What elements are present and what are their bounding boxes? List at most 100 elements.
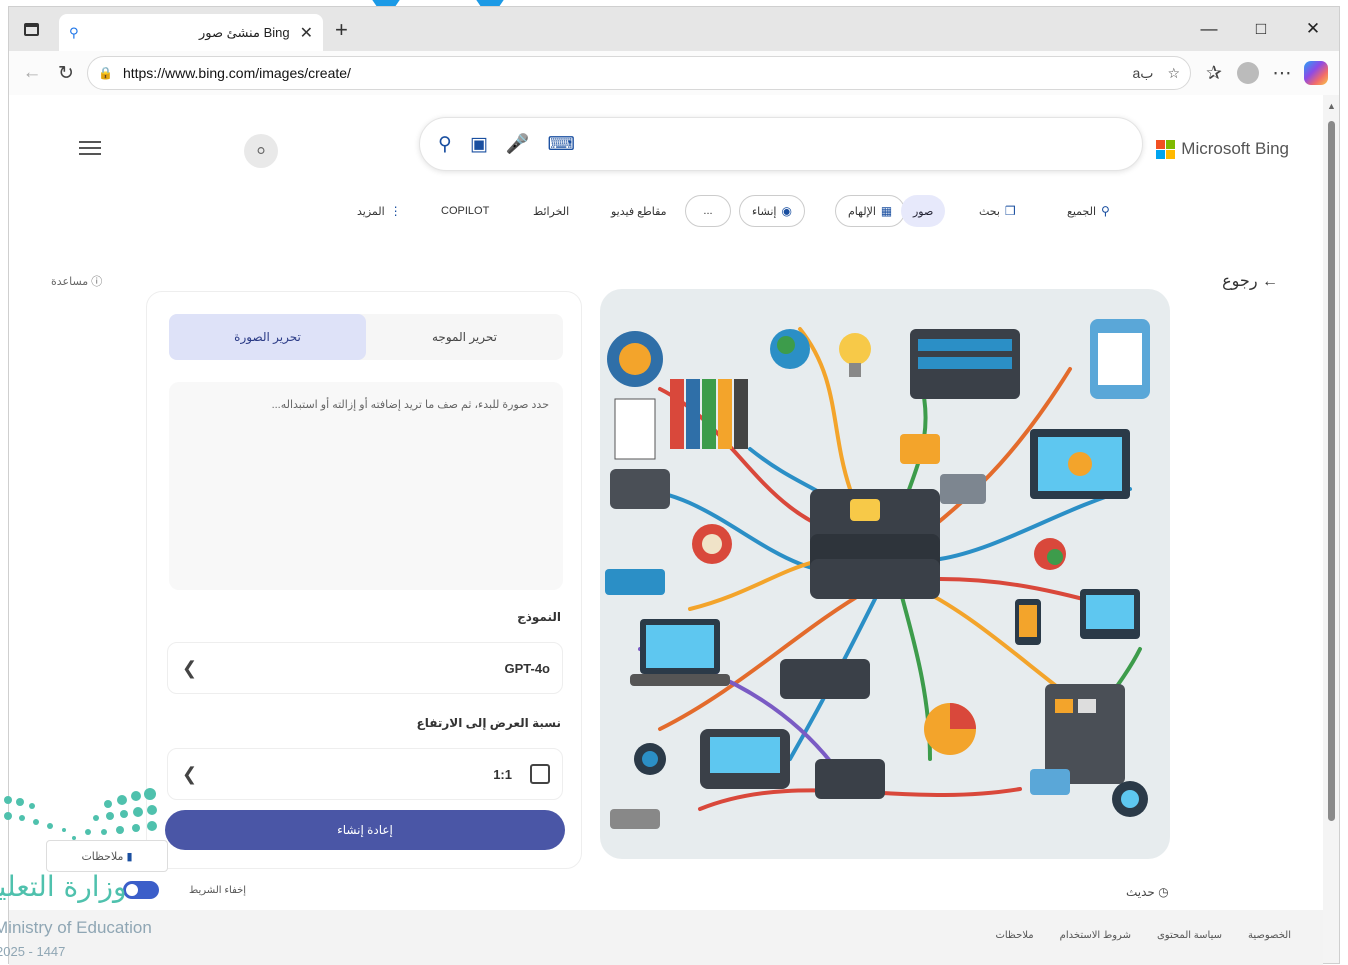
- ministry-watermark: وزارة التعليم Ministry of Education 2025…: [0, 780, 190, 965]
- generated-image[interactable]: [600, 289, 1170, 859]
- tab-strip: ⚲ منشئ صور Bing ✕ + — □ ✕: [9, 7, 1339, 51]
- footer: ملاحظات شروط الاستخدام سياسة المحتوى الخ…: [9, 910, 1323, 965]
- url-text[interactable]: https://www.bing.com/images/create/: [123, 65, 1119, 81]
- regenerate-button[interactable]: إعادة إنشاء: [165, 810, 565, 850]
- copilot-icon[interactable]: [1299, 56, 1333, 90]
- footer-content-policy-link[interactable]: سياسة المحتوى: [1157, 930, 1222, 941]
- search-small-icon: ⚲: [1101, 204, 1110, 218]
- more-menu-icon[interactable]: ⋯: [1265, 56, 1299, 90]
- user-account-icon[interactable]: ⚪: [244, 134, 278, 168]
- model-label: النموذج: [517, 610, 561, 624]
- ministry-logo-dots: [4, 788, 157, 840]
- bing-logo[interactable]: Microsoft Bing: [1156, 139, 1289, 159]
- browser-window: ⚲ منشئ صور Bing ✕ + — □ ✕ ← ↻ 🔒 https://…: [8, 6, 1340, 965]
- page-content: ⚪ ⚲ ▣ 🎤 ⌨ Microsoft Bing المزيد ⋮ COPILOT…: [9, 95, 1323, 965]
- back-link[interactable]: رجوع ←: [1222, 271, 1278, 291]
- tab-more-dots[interactable]: ...: [685, 195, 731, 227]
- prompt-input[interactable]: حدد صورة للبدء، ثم صف ما تريد إضافته أو …: [169, 382, 563, 590]
- minimize-icon[interactable]: —: [1183, 7, 1235, 51]
- back-arrow-icon[interactable]: ←: [15, 56, 49, 90]
- back-arrow-icon: ←: [1262, 273, 1278, 290]
- search-bar[interactable]: ⚲ ▣ 🎤 ⌨: [419, 117, 1143, 171]
- search-favicon-icon: ⚲: [69, 24, 79, 40]
- tab-all[interactable]: الجميع ⚲: [1067, 195, 1110, 227]
- favorites-icon[interactable]: ✰: [1197, 56, 1231, 90]
- tab-create[interactable]: إنشاء ◉: [739, 195, 805, 227]
- tab-actions-icon[interactable]: [9, 7, 53, 51]
- edit-mode-tabs: تحرير الصورة تحرير الموجه: [169, 314, 563, 360]
- address-bar-row: ← ↻ 🔒 https://www.bing.com/images/create…: [9, 51, 1339, 95]
- model-value: GPT-4o: [504, 660, 550, 676]
- tab-maps[interactable]: الخرائط: [533, 195, 569, 227]
- scrollbar[interactable]: ▲: [1323, 95, 1339, 963]
- ministry-year-text: 2025 - 1447: [0, 944, 66, 959]
- tab-title: منشئ صور Bing: [198, 24, 290, 40]
- profile-icon[interactable]: [1231, 56, 1265, 90]
- close-tab-icon[interactable]: ✕: [300, 23, 313, 43]
- search-icon[interactable]: ⚲: [438, 133, 452, 156]
- tab-more[interactable]: المزيد ⋮: [357, 195, 402, 227]
- tab-videos-label: مقاطع فيديو: [611, 205, 667, 218]
- scrollbar-thumb[interactable]: [1328, 121, 1335, 821]
- tab-inspire[interactable]: الإلهام ▦: [835, 195, 906, 227]
- ratio-value: 1:1: [493, 766, 512, 782]
- tab-images-label: صور: [913, 205, 934, 218]
- nav-tabs: المزيد ⋮ COPILOT الخرائط مقاطع فيديو ... …: [349, 195, 1123, 227]
- tab-edit-prompt[interactable]: تحرير الموجه: [366, 314, 563, 360]
- hamburger-menu-icon[interactable]: [79, 137, 101, 159]
- back-label: رجوع: [1222, 273, 1258, 290]
- footer-feedback-link[interactable]: ملاحظات: [995, 930, 1033, 941]
- tab-create-label: إنشاء: [752, 205, 777, 218]
- microsoft-logo-icon: [1156, 139, 1176, 159]
- favorite-star-icon[interactable]: ☆: [1167, 65, 1180, 82]
- inspire-icon: ▦: [880, 204, 893, 218]
- tab-search-label: بحث: [979, 205, 1000, 218]
- footer-privacy-link[interactable]: الخصوصية: [1248, 930, 1291, 941]
- recent-label: حديث: [1126, 885, 1155, 899]
- ratio-value-wrap: 1:1: [493, 764, 550, 784]
- chat-icon: ❒: [1004, 204, 1016, 218]
- network-illustration: [605, 319, 1150, 829]
- help-label: مساعدة: [51, 276, 89, 288]
- browser-tab[interactable]: ⚲ منشئ صور Bing ✕: [59, 14, 323, 51]
- square-ratio-icon: [530, 764, 550, 784]
- tab-images[interactable]: صور: [901, 195, 946, 227]
- tab-more-dots-label: ...: [703, 205, 713, 217]
- read-aloud-icon[interactable]: aب: [1132, 65, 1153, 82]
- create-icon: ◉: [781, 204, 792, 218]
- ratio-label: نسبة العرض إلى الارتفاع: [416, 716, 561, 730]
- tab-maps-label: الخرائط: [533, 205, 570, 218]
- scroll-up-icon[interactable]: ▲: [1327, 101, 1336, 111]
- close-window-icon[interactable]: ✕: [1287, 7, 1339, 51]
- address-bar[interactable]: 🔒 https://www.bing.com/images/create/ aب…: [87, 56, 1191, 90]
- tab-inspire-label: الإلهام: [848, 205, 876, 218]
- window-controls: — □ ✕: [1183, 7, 1339, 51]
- help-link[interactable]: مساعدة ⓘ: [51, 273, 102, 289]
- tab-search[interactable]: بحث ❒: [979, 195, 1016, 227]
- ratio-select[interactable]: ❮ 1:1: [167, 748, 563, 800]
- refresh-icon[interactable]: ↻: [49, 56, 83, 90]
- tab-videos[interactable]: مقاطع فيديو: [611, 195, 667, 227]
- kebab-icon: ⋮: [389, 204, 402, 218]
- tab-more-label: المزيد: [357, 205, 385, 218]
- tab-all-label: الجميع: [1067, 205, 1097, 218]
- new-tab-icon[interactable]: +: [335, 17, 348, 43]
- microphone-icon[interactable]: 🎤: [506, 132, 530, 156]
- ministry-arabic-text: وزارة التعليم: [0, 870, 127, 903]
- footer-links: ملاحظات شروط الاستخدام سياسة المحتوى الخ…: [995, 930, 1291, 941]
- lock-icon[interactable]: 🔒: [98, 66, 113, 80]
- tab-edit-image[interactable]: تحرير الصورة: [169, 314, 366, 360]
- logo-text: Microsoft Bing: [1181, 139, 1289, 158]
- tab-copilot[interactable]: COPILOT: [441, 195, 489, 227]
- help-icon: ⓘ: [91, 276, 103, 288]
- keyboard-icon[interactable]: ⌨: [548, 133, 575, 156]
- model-select[interactable]: ❮ GPT-4o: [167, 642, 563, 694]
- visual-search-icon[interactable]: ▣: [470, 133, 488, 156]
- maximize-icon[interactable]: □: [1235, 7, 1287, 51]
- recent-link[interactable]: حديث ◷: [1126, 885, 1169, 899]
- hide-bar-label: إخفاء الشريط: [189, 885, 247, 896]
- ministry-english-text: Ministry of Education: [0, 918, 152, 937]
- history-icon: ◷: [1158, 885, 1169, 899]
- footer-terms-link[interactable]: شروط الاستخدام: [1060, 930, 1131, 941]
- chevron-left-icon: ❮: [182, 657, 198, 678]
